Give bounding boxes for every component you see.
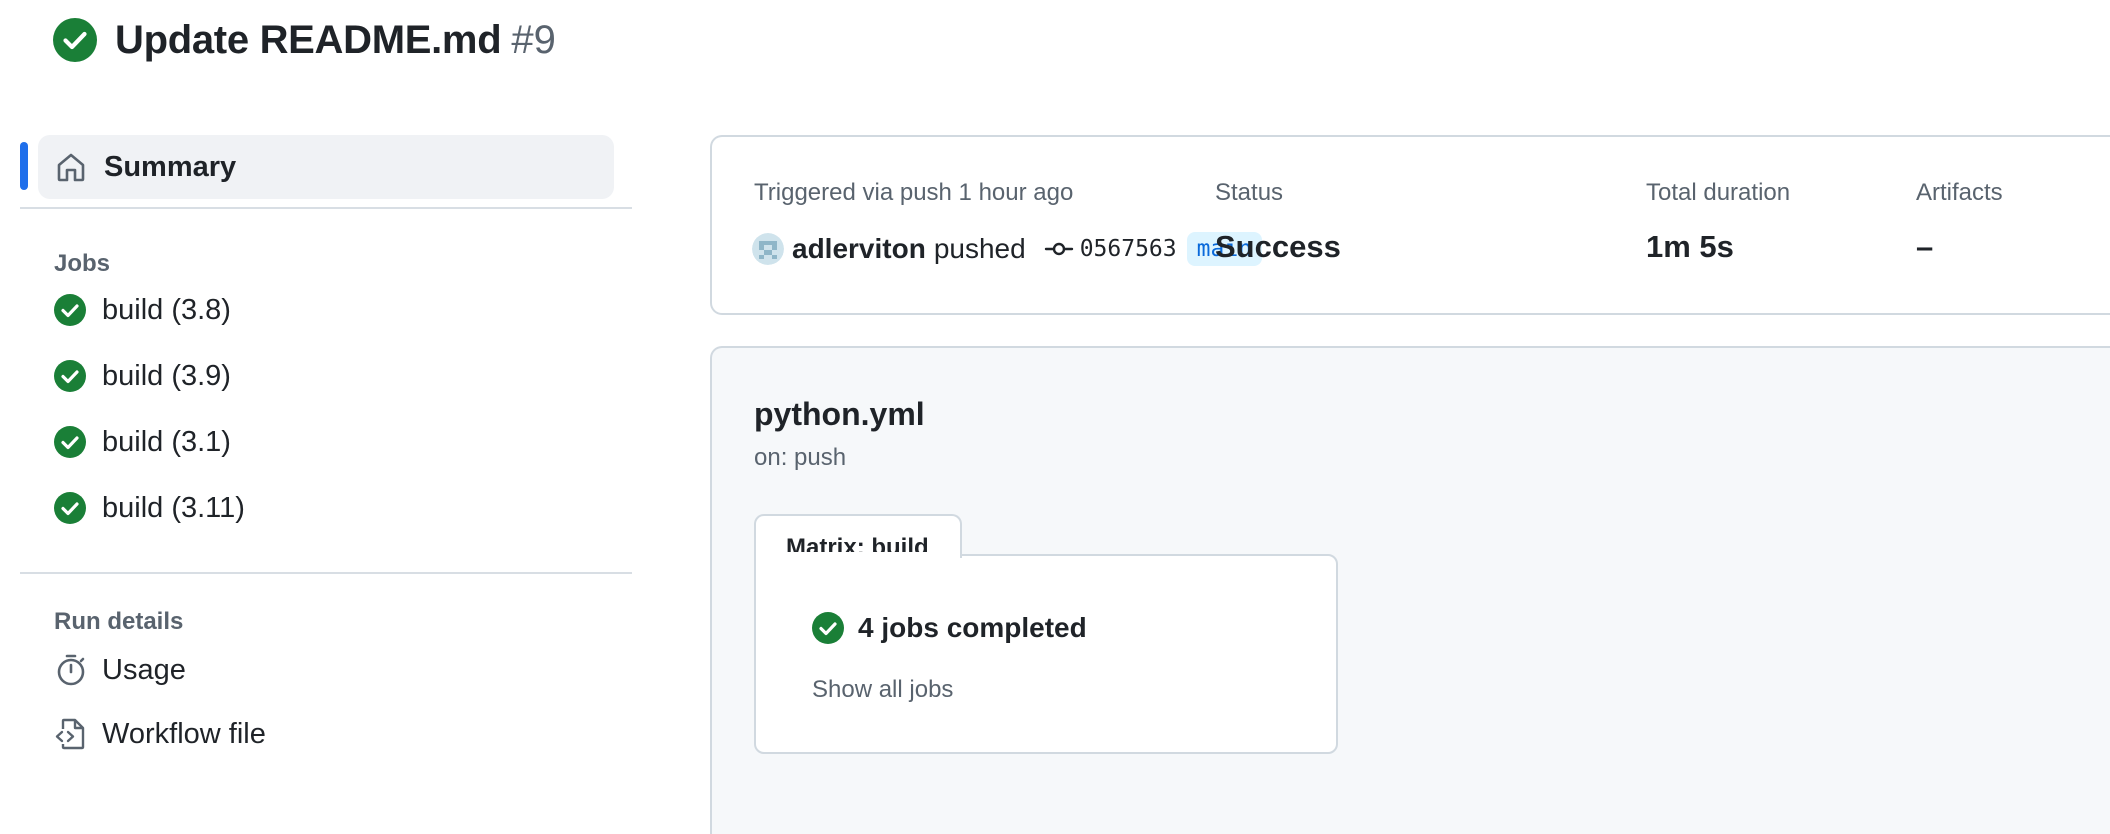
check-circle-fill-icon <box>54 492 86 524</box>
sidebar-item-summary[interactable]: Summary <box>38 135 614 199</box>
matrix-tab-join <box>756 552 960 560</box>
actor-link[interactable]: adlerviton <box>792 233 926 265</box>
commit-sha-link[interactable]: 0567563 <box>1080 236 1177 262</box>
duration-value: 1m 5s <box>1646 229 1734 264</box>
active-indicator <box>20 142 28 190</box>
run-title-row: Update README.md #9 <box>53 14 556 66</box>
check-circle-fill-icon <box>53 18 97 62</box>
check-circle-fill-icon <box>54 294 86 326</box>
run-details-heading: Run details <box>54 608 184 635</box>
sidebar-item-label: Usage <box>102 653 186 686</box>
matrix-card: 4 jobs completed Show all jobs <box>754 554 1338 754</box>
check-circle-fill-icon <box>812 612 844 644</box>
artifacts-label: Artifacts <box>1916 179 2003 206</box>
check-circle-fill-icon <box>54 360 86 392</box>
run-number: #9 <box>511 17 556 62</box>
stopwatch-icon <box>57 654 85 686</box>
sidebar-item-job[interactable]: build (3.1) <box>54 418 231 466</box>
trigger-text: Triggered via push 1 hour ago <box>754 179 1074 206</box>
check-circle-fill-icon <box>54 426 86 458</box>
jobs-completed-text: 4 jobs completed <box>858 612 1087 643</box>
sidebar-divider <box>20 207 632 209</box>
artifacts-value: – <box>1916 229 1934 264</box>
sidebar-item-label: Workflow file <box>102 717 266 750</box>
jobs-heading: Jobs <box>54 250 111 277</box>
run-summary-panel: Triggered via push 1 hour ago adlerviton… <box>710 135 2110 315</box>
sidebar-item-job[interactable]: build (3.11) <box>54 484 245 532</box>
job-label: build (3.1) <box>102 425 231 458</box>
push-info: adlerviton pushed 0567563 main <box>752 229 1263 269</box>
status-label: Status <box>1215 179 1284 206</box>
workflow-event: on: push <box>754 444 847 471</box>
page-title: Update README.md <box>115 17 502 62</box>
git-commit-icon <box>1044 242 1073 256</box>
job-label: build (3.8) <box>102 293 231 326</box>
sidebar-item-job[interactable]: build (3.8) <box>54 286 231 334</box>
status-value: Success <box>1215 229 1341 264</box>
workflow-graph-panel: python.yml on: push Matrix: build 4 jobs… <box>710 346 2110 834</box>
sidebar-item-workflow-file[interactable]: Workflow file <box>54 710 266 758</box>
sidebar-divider <box>20 572 632 574</box>
action-text: pushed <box>933 233 1026 264</box>
workflow-name-link[interactable]: python.yml <box>754 396 925 433</box>
job-label: build (3.11) <box>102 491 245 524</box>
sidebar-item-usage[interactable]: Usage <box>54 646 186 694</box>
show-all-jobs-button[interactable]: Show all jobs <box>812 676 953 704</box>
jobs-completed-row: 4 jobs completed <box>812 612 1087 644</box>
avatar[interactable] <box>752 233 784 265</box>
sidebar-item-job[interactable]: build (3.9) <box>54 352 231 400</box>
job-label: build (3.9) <box>102 359 231 392</box>
home-icon <box>57 153 85 182</box>
duration-label: Total duration <box>1646 179 1791 206</box>
file-code-icon <box>55 718 85 750</box>
sidebar-item-label: Summary <box>104 150 237 183</box>
